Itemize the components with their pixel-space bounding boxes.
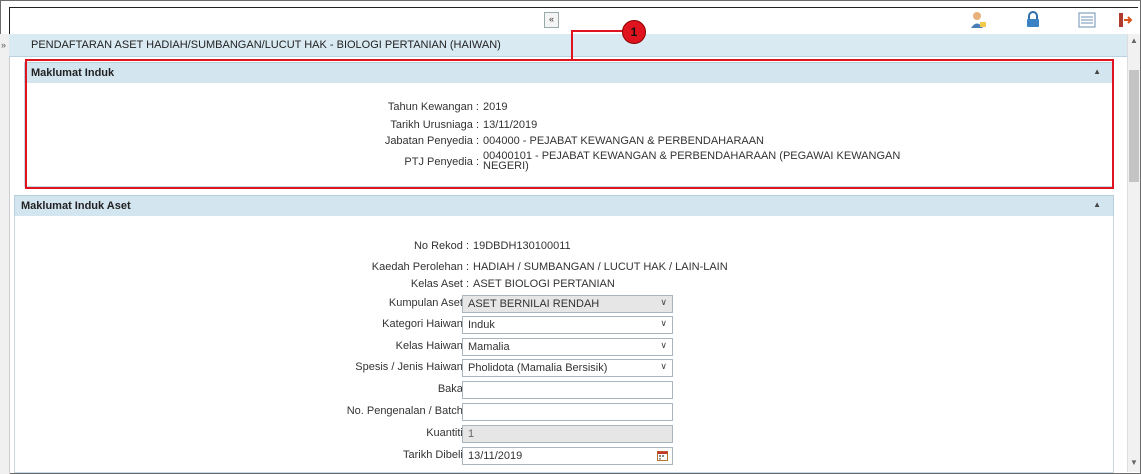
exit-icon[interactable] <box>1115 10 1135 30</box>
expand-icon[interactable]: » <box>1 40 6 50</box>
field-label: Kategori Haiwan : <box>382 318 469 330</box>
no-pengenalan-input[interactable] <box>462 403 673 421</box>
spesis-haiwan-select[interactable]: Pholidota (Mamalia Bersisik) ∨ <box>462 359 673 377</box>
chevron-down-icon: ∨ <box>660 340 667 350</box>
field-label: No Rekod : <box>413 240 469 252</box>
maklumat-induk-aset-panel: No Rekod : 19DBDH130100011 Kaedah Perole… <box>14 216 1114 473</box>
chevron-down-icon: ∨ <box>660 361 667 371</box>
field-label: Spesis / Jenis Haiwan : <box>355 361 469 373</box>
kuantiti-input[interactable]: 1 <box>462 425 673 443</box>
select-value: Mamalia <box>468 341 510 353</box>
side-expand-strip[interactable]: » <box>0 34 10 474</box>
field-value: 19DBDH130100011 <box>473 240 571 252</box>
field-kaedah-perolehan: Kaedah Perolehan : HADIAH / SUMBANGAN / … <box>15 261 1113 277</box>
tarikh-dibeli-input[interactable]: 13/11/2019 <box>462 447 673 465</box>
field-no-rekod: No Rekod : 19DBDH130100011 <box>15 240 1113 256</box>
chevron-down-icon: ∨ <box>660 297 667 307</box>
field-label: No. Pengenalan / Batch : <box>346 405 469 417</box>
select-value: ASET BERNILAI RENDAH <box>468 298 600 310</box>
input-value: 1 <box>468 428 475 440</box>
kelas-haiwan-select[interactable]: Mamalia ∨ <box>462 338 673 356</box>
collapse-header-button[interactable]: « <box>544 12 559 28</box>
kumpulan-aset-select[interactable]: ASET BERNILAI RENDAH ∨ <box>462 295 673 313</box>
highlight-box <box>25 59 1114 189</box>
select-value: Induk <box>468 319 495 331</box>
page-title-bar: PENDAFTARAN ASET HADIAH/SUMBANGAN/LUCUT … <box>9 34 1127 57</box>
list-icon[interactable] <box>1077 10 1097 30</box>
callout-line <box>571 30 623 32</box>
scroll-down-icon[interactable]: ▼ <box>1130 458 1138 467</box>
maklumat-induk-aset-title: Maklumat Induk Aset <box>21 200 131 212</box>
field-value: HADIAH / SUMBANGAN / LUCUT HAK / LAIN-LA… <box>473 261 728 273</box>
select-value: Pholidota (Mamalia Bersisik) <box>468 362 608 374</box>
vertical-scrollbar[interactable]: ▲ ▼ <box>1127 34 1140 472</box>
baka-input[interactable] <box>462 381 673 399</box>
collapse-arrow-icon[interactable]: ▲ <box>1093 200 1101 209</box>
chevron-down-icon: ∨ <box>660 318 667 328</box>
field-value: ASET BIOLOGI PERTANIAN <box>473 278 615 290</box>
lock-icon[interactable] <box>1023 10 1043 30</box>
user-icon[interactable] <box>968 10 988 30</box>
maklumat-induk-aset-header[interactable]: Maklumat Induk Aset ▲ <box>14 195 1114 217</box>
field-label: Tarikh Dibeli : <box>402 449 469 461</box>
callout-line <box>571 30 573 60</box>
scroll-thumb[interactable] <box>1129 70 1139 182</box>
page-title: PENDAFTARAN ASET HADIAH/SUMBANGAN/LUCUT … <box>31 39 501 51</box>
callout-number-badge: 1 <box>622 20 646 44</box>
scroll-up-icon[interactable]: ▲ <box>1130 36 1138 45</box>
field-label: Kumpulan Aset : <box>388 297 469 309</box>
calendar-icon[interactable] <box>657 450 668 461</box>
field-kelas-aset: Kelas Aset : ASET BIOLOGI PERTANIAN <box>15 278 1113 294</box>
kategori-haiwan-select[interactable]: Induk ∨ <box>462 316 673 334</box>
field-label: Kelas Haiwan : <box>395 340 469 352</box>
input-value: 13/11/2019 <box>468 450 523 462</box>
field-label: Kaedah Perolehan : <box>371 261 469 273</box>
field-label: Kelas Aset : <box>410 278 469 290</box>
